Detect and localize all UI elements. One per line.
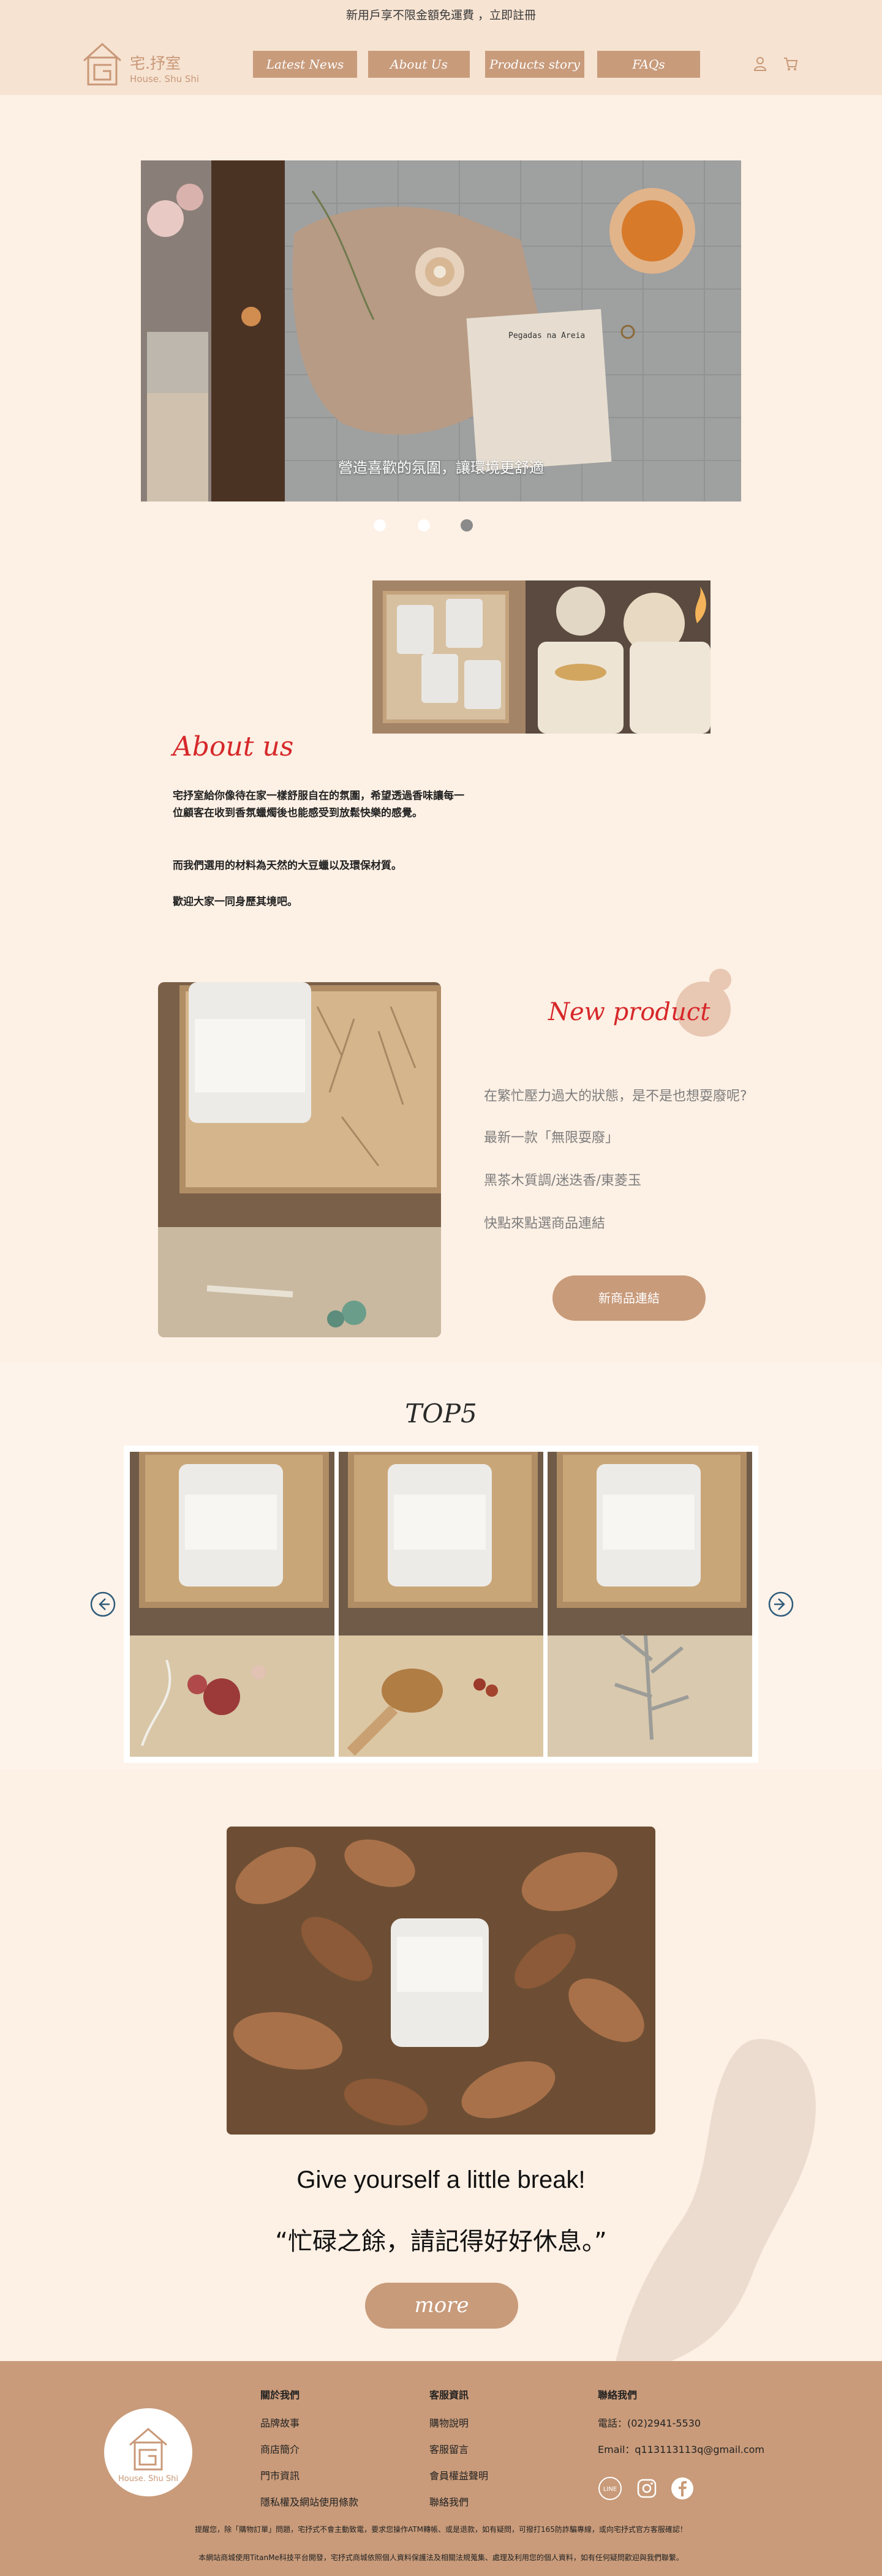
top5-product-3[interactable]: [548, 1452, 752, 1757]
brand-name: 宅.抒室: [130, 54, 181, 72]
footer-service-heading: 客服資訊: [429, 2389, 469, 2401]
footer-link-shopping-guide[interactable]: 購物說明: [429, 2415, 488, 2430]
about-image: [372, 580, 710, 734]
instagram-icon[interactable]: [635, 2476, 659, 2501]
new-product-title: New product: [548, 998, 710, 1026]
hero-slideshow[interactable]: Pegadas na Areia 營造喜歡的氛圍，讓環境更舒適: [141, 160, 741, 501]
new-product-link-button[interactable]: 新商品連結: [552, 1275, 706, 1321]
footer-link-member-rights[interactable]: 會員權益聲明: [429, 2468, 488, 2482]
hero-dot-2[interactable]: [418, 519, 430, 531]
break-title: Give yourself a little break!: [296, 2166, 586, 2193]
footer-link-privacy[interactable]: 隱私權及網站使用條款: [260, 2494, 358, 2509]
break-image: [227, 1827, 655, 2135]
house-logo-icon: [83, 42, 122, 86]
footer-link-contact[interactable]: 聯絡我們: [429, 2494, 488, 2509]
new-product-image[interactable]: [158, 982, 441, 1337]
footer-link-brand-story[interactable]: 品牌故事: [260, 2415, 358, 2430]
about-title: About us: [173, 731, 294, 762]
about-paragraph-3: 歡迎大家一同身歷其境吧。: [173, 896, 298, 908]
user-icon[interactable]: [752, 55, 769, 72]
nav-products-story[interactable]: Products story: [485, 51, 584, 78]
arrow-right-circle-icon[interactable]: [767, 1591, 794, 1618]
site-footer: House. Shu Shi 關於我們 品牌故事 商店簡介 門市資訊 隱私權及網…: [0, 2361, 882, 2576]
cart-icon[interactable]: [782, 55, 799, 72]
footer-about-col: 關於我們 品牌故事 商店簡介 門市資訊 隱私權及網站使用條款: [260, 2387, 358, 2520]
nav-faqs[interactable]: FAQs: [597, 51, 700, 78]
site-header: 宅.抒室 House. Shu Shi Latest News About Us…: [0, 31, 882, 95]
hero-caption: 營造喜歡的氛圍，讓環境更舒適: [338, 459, 544, 476]
footer-phone: 電話：(02)2941-5530: [598, 2417, 701, 2429]
brand-logo[interactable]: 宅.抒室 House. Shu Shi: [81, 39, 203, 88]
footer-logo[interactable]: House. Shu Shi: [104, 2408, 192, 2496]
line-icon-label: LINE: [603, 2486, 617, 2493]
brand-subtitle: House. Shu Shi: [130, 73, 200, 84]
footer-notice-platform: 本網站商城使用TitanMe科技平台開發，宅抒式商城依照個人資料保護法及相關法規…: [198, 2553, 684, 2562]
footer-link-store-info[interactable]: 門市資訊: [260, 2468, 358, 2482]
announcement-bar[interactable]: 新用戶享不限金額免運費 ，立即註冊: [0, 0, 882, 31]
arrow-left-circle-icon[interactable]: [89, 1591, 116, 1618]
nav-about-us[interactable]: About Us: [368, 51, 470, 78]
line-icon[interactable]: LINE: [598, 2476, 622, 2501]
break-quote: “忙碌之餘，請記得好好休息。”: [275, 2228, 607, 2256]
facebook-icon[interactable]: [670, 2476, 695, 2501]
hero-dot-3[interactable]: [461, 519, 473, 531]
footer-contact-col: 聯絡我們 電話：(02)2941-5530 Email：q113113113q@…: [598, 2387, 764, 2468]
hero-image: Pegadas na Areia: [141, 160, 741, 501]
more-button[interactable]: more: [365, 2283, 518, 2329]
footer-link-store-intro[interactable]: 商店簡介: [260, 2441, 358, 2456]
nav-latest-news[interactable]: Latest News: [253, 51, 357, 78]
footer-about-heading: 關於我們: [260, 2389, 300, 2401]
announcement-text[interactable]: 新用戶享不限金額免運費 ，立即註冊: [346, 9, 536, 22]
top5-product-1[interactable]: [130, 1452, 334, 1757]
top5-carousel: [124, 1446, 758, 1763]
hero-dot-1[interactable]: [374, 519, 386, 531]
hero-paper-text: Pegadas na Areia: [508, 331, 585, 340]
footer-brand-sub: House. Shu Shi: [118, 2474, 178, 2484]
top5-product-2[interactable]: [339, 1452, 543, 1757]
about-paragraph-1: 宅抒室給你像待在家一樣舒服自在的氛圍，希望透過香味讓每一位顧客在收到香氛蠟燭後也…: [173, 790, 464, 819]
new-product-line-1: 在繁忙壓力過大的狀態，是不是也想耍廢呢?: [484, 1089, 747, 1104]
top5-title: TOP5: [405, 1399, 477, 1429]
footer-contact-heading: 聯絡我們: [598, 2389, 638, 2401]
page: 新用戶享不限金額免運費 ，立即註冊 宅.抒室 House. Shu Shi La…: [0, 0, 882, 2576]
new-product-line-2: 最新一款「無限耍廢」: [484, 1130, 619, 1146]
about-paragraph-2: 而我們選用的材料為天然的大豆蠟以及環保材質。: [173, 860, 402, 872]
footer-notice-fraud: 提醒您，除「購物訂單」問題，宅抒式不會主動致電，要求您操作ATM轉帳、或是退款，…: [195, 2525, 687, 2534]
footer-service-col: 客服資訊 購物說明 客服留言 會員權益聲明 聯絡我們: [429, 2387, 488, 2520]
new-product-line-4: 快點來點選商品連結: [484, 1216, 606, 1231]
footer-link-service-message[interactable]: 客服留言: [429, 2441, 488, 2456]
new-product-line-3: 黑茶木質調/迷迭香/東菱玉: [484, 1173, 641, 1188]
footer-email[interactable]: Email：q113113113q@gmail.com: [598, 2441, 764, 2456]
